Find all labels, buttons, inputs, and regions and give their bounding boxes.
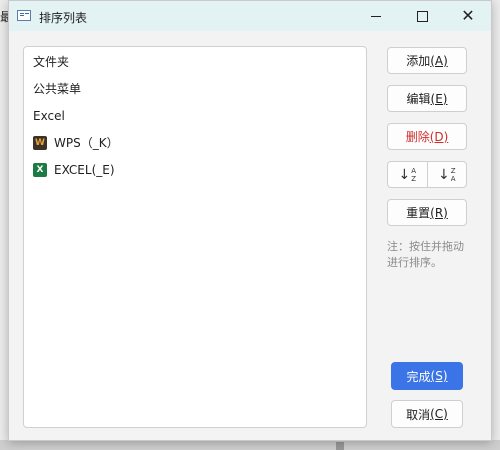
sort-desc-top-letter: Z — [450, 166, 456, 175]
close-icon: ✕ — [461, 6, 475, 25]
list-item-label: 文件夹 — [33, 55, 70, 69]
add-button-hotkey: (A) — [430, 53, 448, 68]
cancel-button-label: 取消 — [406, 407, 431, 422]
maximize-button[interactable] — [399, 1, 445, 31]
edit-button[interactable]: 编辑 (E) — [387, 85, 467, 112]
cancel-button[interactable]: 取消 (C) — [391, 400, 463, 428]
dialog-title: 排序列表 — [39, 11, 88, 25]
edit-button-hotkey: (E) — [430, 91, 448, 106]
done-button-hotkey: (S) — [430, 369, 448, 383]
list-item-public-menu[interactable]: 公共菜单 — [33, 79, 81, 99]
title-bar[interactable]: 排序列表 ✕ — [9, 1, 491, 31]
minimize-button[interactable] — [353, 1, 399, 31]
list-item-excel[interactable]: Excel — [33, 106, 65, 126]
sort-button-group: ↓ AZ ↓ ZA — [387, 161, 467, 188]
document-window-icon — [17, 10, 31, 21]
note-line-2: 进行排序。 — [387, 256, 442, 269]
list-item-label: WPS（_K） — [54, 136, 119, 150]
background-strip-block — [336, 442, 344, 450]
maximize-icon — [416, 10, 428, 22]
drag-sort-note: 注：按住并拖动 进行排序。 — [387, 239, 482, 271]
done-button-label: 完成 — [406, 369, 431, 384]
sort-descending-button[interactable]: ↓ ZA — [426, 162, 467, 187]
list-item-wps[interactable]: W WPS（_K） — [33, 133, 119, 153]
sort-descending-icon: ↓ — [437, 166, 450, 183]
sort-list-dialog: 排序列表 ✕ 文件夹 公共菜单 Excel W WPS（_K） X EXCEL(… — [8, 0, 492, 441]
delete-button-label: 删除 — [405, 130, 430, 144]
reset-button-hotkey: (R) — [430, 205, 448, 220]
list-item-label: EXCEL(_E) — [54, 163, 115, 177]
list-item-label: Excel — [33, 109, 65, 123]
close-button[interactable]: ✕ — [445, 1, 491, 31]
add-button[interactable]: 添加 (A) — [387, 47, 467, 74]
done-button[interactable]: 完成 (S) — [391, 362, 463, 390]
background-strip — [0, 440, 500, 450]
sort-asc-top-letter: A — [411, 166, 417, 175]
add-button-label: 添加 — [406, 54, 431, 68]
sort-asc-bottom-letter: Z — [411, 174, 417, 183]
delete-button-hotkey: (D) — [429, 129, 449, 144]
excel-icon: X — [33, 163, 47, 177]
list-item-label: 公共菜单 — [33, 82, 82, 96]
list-item-folder[interactable]: 文件夹 — [33, 52, 69, 72]
cancel-button-hotkey: (C) — [430, 407, 448, 421]
sort-ascending-icon: ↓ — [398, 166, 411, 183]
sort-desc-bottom-letter: A — [450, 174, 456, 183]
reset-button[interactable]: 重置 (R) — [387, 199, 467, 226]
note-line-1: 注：按住并拖动 — [387, 240, 464, 253]
edit-button-label: 编辑 — [406, 92, 431, 106]
minimize-icon — [371, 15, 381, 17]
sort-ascending-button[interactable]: ↓ AZ — [388, 162, 427, 187]
wps-icon: W — [33, 136, 47, 150]
delete-button[interactable]: 删除 (D) — [387, 123, 467, 150]
list-item-excel-e[interactable]: X EXCEL(_E) — [33, 160, 115, 180]
reset-button-label: 重置 — [406, 206, 431, 220]
sort-list[interactable]: 文件夹 公共菜单 Excel W WPS（_K） X EXCEL(_E) — [23, 46, 367, 428]
